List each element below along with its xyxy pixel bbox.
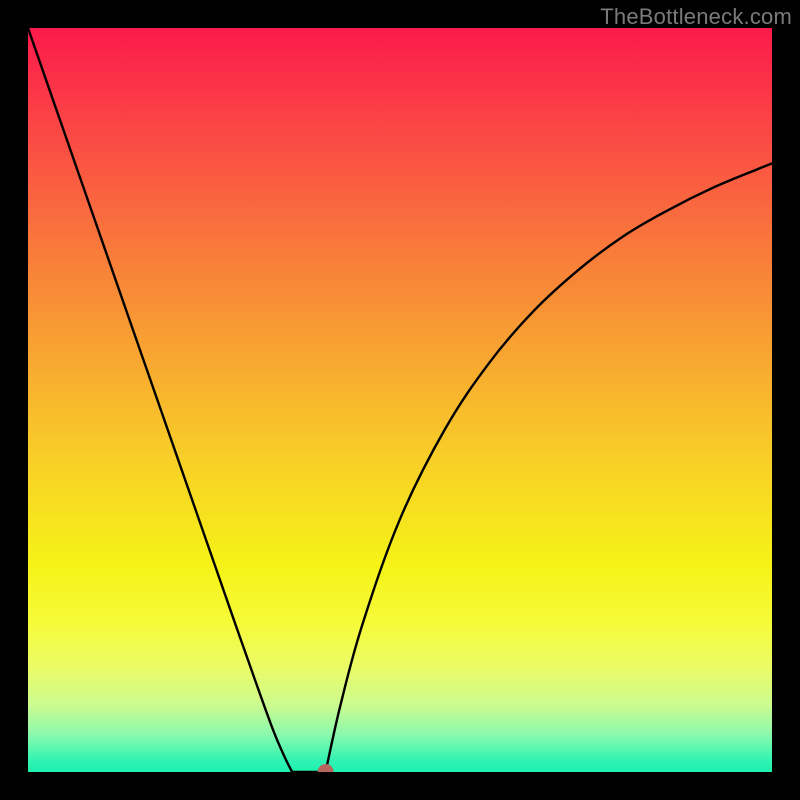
curve-right-branch [326, 163, 772, 772]
plot-area [28, 28, 772, 772]
curve-left-branch [28, 28, 292, 772]
curve-layer [28, 28, 772, 772]
watermark-text: TheBottleneck.com [600, 4, 792, 30]
chart-frame: TheBottleneck.com [0, 0, 800, 800]
minimum-marker [318, 764, 334, 772]
